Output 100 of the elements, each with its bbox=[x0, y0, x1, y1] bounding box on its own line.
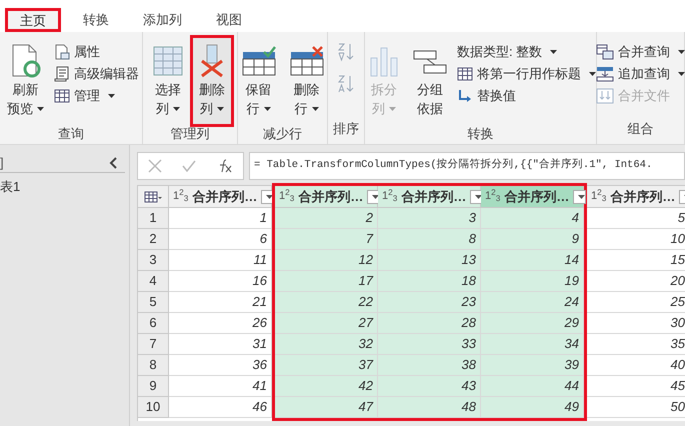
row-number: 8 bbox=[138, 355, 169, 376]
table-cell: 1 bbox=[169, 208, 272, 229]
ribbon-large-button[interactable]: 保留 行 bbox=[238, 38, 280, 124]
table-cell: 2 bbox=[275, 208, 378, 229]
table-cell: 27 bbox=[275, 313, 378, 334]
ribbon-tab[interactable]: 主页 bbox=[5, 8, 61, 32]
table-cell: 23 bbox=[378, 292, 481, 313]
group-label: 转换 bbox=[466, 125, 494, 143]
row-number: 3 bbox=[138, 250, 169, 271]
table-cell: 8 bbox=[378, 229, 481, 250]
properties-icon bbox=[54, 44, 70, 60]
table-cell: 33 bbox=[378, 334, 481, 355]
table-cell: 49 bbox=[481, 397, 584, 418]
check-icon[interactable] bbox=[182, 160, 196, 172]
table-icon bbox=[457, 66, 473, 80]
table-cell: 29 bbox=[481, 313, 584, 334]
collapse-chevron-icon[interactable] bbox=[109, 156, 117, 168]
table-cell: 28 bbox=[378, 313, 481, 334]
table-cell: 34 bbox=[481, 334, 584, 355]
table-cell: 39 bbox=[481, 355, 584, 376]
ribbon-large-button[interactable]: 分组 依据 bbox=[409, 38, 451, 124]
table-cell: 3 bbox=[378, 208, 481, 229]
table-icon bbox=[144, 190, 162, 202]
column-title: 合并序列… bbox=[401, 188, 466, 206]
table-cell: 19 bbox=[481, 271, 584, 292]
table-cell: 12 bbox=[275, 250, 378, 271]
group-label: 组合 bbox=[626, 120, 654, 138]
row-number: 7 bbox=[138, 334, 169, 355]
caret-icon bbox=[266, 194, 274, 198]
caret-icon bbox=[578, 194, 586, 198]
delete-rows-icon bbox=[290, 46, 324, 76]
table-cell: 37 bbox=[275, 355, 378, 376]
column-title: 合并序列… bbox=[192, 188, 258, 206]
table-cell: 32 bbox=[275, 334, 378, 355]
table-cell: 43 bbox=[378, 376, 481, 397]
group-label: 排序 bbox=[332, 120, 360, 138]
table-cell: 18 bbox=[378, 271, 481, 292]
table-cell: 44 bbox=[481, 376, 584, 397]
group-label: 管理列 bbox=[170, 125, 210, 143]
row-number: 2 bbox=[138, 229, 169, 250]
ribbon-small-button[interactable]: 追加查询 bbox=[596, 64, 685, 83]
ribbon-large-button[interactable]: 删除 列 bbox=[193, 38, 231, 124]
table-cell: 24 bbox=[481, 292, 584, 313]
merge-table-icon bbox=[596, 44, 614, 60]
ribbon-tab[interactable]: 转换 bbox=[71, 8, 121, 32]
table-cell: 22 bbox=[275, 292, 378, 313]
caret-icon bbox=[475, 194, 482, 198]
ribbon-small-button[interactable]: 管理 bbox=[54, 86, 139, 105]
column-title: 合并序列… bbox=[610, 188, 676, 206]
caret-icon bbox=[372, 194, 380, 198]
ribbon-tab[interactable]: 添加列 bbox=[131, 8, 194, 32]
ribbon-small-button[interactable]: 替换值 bbox=[457, 86, 596, 105]
table-cell: 47 bbox=[275, 397, 378, 418]
table-cell: 21 bbox=[169, 292, 272, 313]
table-cell: 46 bbox=[169, 397, 272, 418]
table-menu-button[interactable] bbox=[138, 186, 169, 208]
column-title: 合并序列… bbox=[298, 188, 364, 206]
table-cell: 17 bbox=[275, 271, 378, 292]
table-cell: 36 bbox=[169, 355, 272, 376]
row-number: 9 bbox=[138, 376, 169, 397]
row-number: 5 bbox=[138, 292, 169, 313]
table-cell: 13 bbox=[378, 250, 481, 271]
table-cell: 11 bbox=[169, 250, 272, 271]
pane-title: ] bbox=[0, 154, 4, 172]
ribbon-small-button[interactable]: 属性 bbox=[54, 42, 139, 61]
row-number: 10 bbox=[138, 397, 169, 418]
row-number: 4 bbox=[138, 271, 169, 292]
table-cell: 41 bbox=[169, 376, 272, 397]
query-item[interactable]: 表1 bbox=[0, 177, 129, 196]
table-cell: 48 bbox=[378, 397, 481, 418]
table-cell: 14 bbox=[481, 250, 584, 271]
ribbon-small-button[interactable]: 将第一行用作标题 bbox=[457, 64, 596, 83]
ribbon-small-button[interactable]: 数据类型: 整数 bbox=[457, 42, 596, 61]
refresh-document-icon bbox=[10, 44, 42, 78]
table-cell: 26 bbox=[169, 313, 272, 334]
formula-field[interactable]: = Table.TransformColumnTypes(按分隔符拆分列,{{"合并序列.1", Int64. bbox=[249, 152, 685, 180]
editor-scroll-icon bbox=[54, 66, 70, 82]
group-label: 查询 bbox=[57, 125, 85, 143]
combine-files-icon bbox=[596, 88, 614, 104]
ribbon-small-button[interactable]: 合并查询 bbox=[596, 42, 685, 61]
table-icon bbox=[54, 88, 70, 102]
ribbon-small-button[interactable]: 高级编辑器 bbox=[54, 64, 139, 83]
table-cell: 42 bbox=[275, 376, 378, 397]
ribbon-tab[interactable]: 视图 bbox=[204, 8, 254, 32]
ribbon-large-button[interactable]: 选择 列 bbox=[149, 38, 187, 124]
table-cell: 31 bbox=[169, 334, 272, 355]
table-cell: 4 bbox=[481, 208, 584, 229]
row-number: 1 bbox=[138, 208, 169, 229]
table-cell: 7 bbox=[275, 229, 378, 250]
filter-dropdown[interactable] bbox=[573, 190, 586, 204]
table-cell: 9 bbox=[481, 229, 584, 250]
column-title: 合并序列… bbox=[504, 188, 570, 206]
group-label: 减少行 bbox=[262, 125, 303, 143]
append-table-icon bbox=[596, 66, 614, 82]
ribbon-large-button[interactable]: 刷新 预览 bbox=[3, 38, 48, 124]
ribbon-large-button[interactable]: 删除 行 bbox=[286, 38, 328, 124]
keep-rows-icon bbox=[242, 46, 276, 76]
row-number: 6 bbox=[138, 313, 169, 334]
replace-arrow-icon bbox=[457, 88, 473, 104]
table-cell: 6 bbox=[169, 229, 272, 250]
